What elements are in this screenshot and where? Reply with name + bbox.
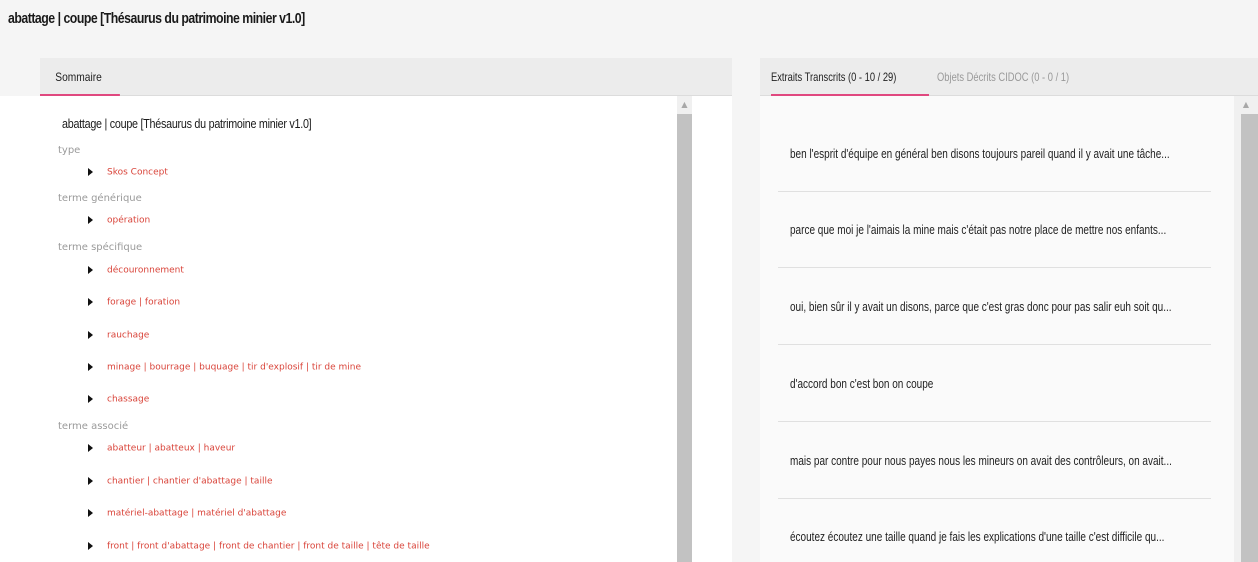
page-title: abattage | coupe [Thésaurus du patrimoin…	[8, 10, 305, 27]
caret-right-icon	[88, 476, 93, 485]
extracts-scrollbar[interactable]: ▲	[1234, 96, 1258, 562]
extracts-tabs: Extraits Transcrits (0 - 10 / 29) Objets…	[760, 58, 1258, 96]
item-label: opération	[107, 215, 151, 226]
extract-text: d'accord bon c'est bon on coupe	[790, 377, 934, 391]
list-item[interactable]: chassage	[88, 389, 150, 405]
extract-item[interactable]: parce que moi je l'aimais la mine mais c…	[778, 192, 1211, 268]
caret-right-icon	[88, 167, 93, 176]
section-label-specific: terme spécifique	[58, 242, 143, 253]
arrow-up-icon[interactable]: ▲	[1241, 100, 1251, 110]
caret-right-icon	[88, 215, 93, 224]
list-item[interactable]: abatteur | abatteux | haveur	[88, 438, 236, 454]
arrow-up-icon[interactable]: ▲	[677, 100, 692, 110]
summary-tabs: Sommaire	[40, 58, 732, 96]
caret-right-icon	[88, 394, 93, 403]
item-label: forage | foration	[107, 297, 181, 308]
summary-body: abattage | coupe [Thésaurus du patrimoin…	[0, 96, 732, 562]
tab-extraits-transcrits[interactable]: Extraits Transcrits (0 - 10 / 29)	[771, 58, 896, 96]
scrollbar-thumb[interactable]	[1241, 114, 1258, 562]
caret-right-icon	[88, 362, 93, 371]
extract-text: parce que moi je l'aimais la mine mais c…	[790, 223, 1167, 237]
list-item[interactable]: front | front d'abattage | front de chan…	[88, 536, 430, 552]
item-label: Skos Concept	[107, 167, 168, 178]
summary-panel: Sommaire abattage | coupe [Thésaurus du …	[0, 58, 732, 562]
caret-right-icon	[88, 265, 93, 274]
concept-title: abattage | coupe [Thésaurus du patrimoin…	[62, 117, 312, 131]
list-item[interactable]: matériel-abattage | matériel d'abattage	[88, 503, 287, 519]
extract-item[interactable]: mais par contre pour nous payes nous les…	[778, 423, 1211, 499]
list-item[interactable]: rauchage	[88, 325, 150, 341]
caret-right-icon	[88, 330, 93, 339]
extracts-panel: Extraits Transcrits (0 - 10 / 29) Objets…	[760, 58, 1258, 562]
section-label-type: type	[58, 145, 81, 156]
extract-text: oui, bien sûr il y avait un disons, parc…	[790, 300, 1172, 314]
list-item[interactable]: opération	[88, 210, 151, 226]
list-item[interactable]: Skos Concept	[88, 162, 168, 178]
tab-objets-decrits[interactable]: Objets Décrits CIDOC (0 - 0 / 1)	[937, 58, 1069, 96]
list-item[interactable]: découronnement	[88, 260, 184, 276]
scrollbar-thumb[interactable]	[677, 114, 692, 562]
item-label: front | front d'abattage | front de chan…	[107, 541, 430, 552]
extracts-body: ben l'esprit d'équipe en général ben dis…	[760, 96, 1258, 562]
list-item[interactable]: minage | bourrage | buquage | tir d'expl…	[88, 357, 362, 373]
item-label: minage | bourrage | buquage | tir d'expl…	[107, 362, 362, 373]
caret-right-icon	[88, 541, 93, 550]
item-label: abatteur | abatteux | haveur	[107, 443, 236, 454]
extract-item[interactable]: écoutez écoutez une taille quand je fais…	[778, 499, 1211, 562]
item-label: matériel-abattage | matériel d'abattage	[107, 508, 287, 519]
item-label: découronnement	[107, 265, 184, 276]
extract-item[interactable]: oui, bien sûr il y avait un disons, parc…	[778, 269, 1211, 345]
extract-text: mais par contre pour nous payes nous les…	[790, 454, 1172, 468]
tab-sommaire[interactable]: Sommaire	[40, 58, 120, 96]
extract-text: ben l'esprit d'équipe en général ben dis…	[790, 147, 1170, 161]
section-label-generic: terme générique	[58, 193, 142, 204]
extract-item[interactable]: d'accord bon c'est bon on coupe	[778, 346, 1211, 422]
caret-right-icon	[88, 443, 93, 452]
item-label: chantier | chantier d'abattage | taille	[107, 476, 273, 487]
summary-scrollbar[interactable]: ▲	[677, 96, 692, 562]
caret-right-icon	[88, 297, 93, 306]
item-label: rauchage	[107, 330, 150, 341]
item-label: chassage	[107, 394, 150, 405]
extract-text: écoutez écoutez une taille quand je fais…	[790, 530, 1165, 544]
section-label-associated: terme associé	[58, 421, 129, 432]
extract-item[interactable]: ben l'esprit d'équipe en général ben dis…	[778, 116, 1211, 192]
list-item[interactable]: chantier | chantier d'abattage | taille	[88, 471, 273, 487]
list-item[interactable]: forage | foration	[88, 292, 181, 308]
caret-right-icon	[88, 508, 93, 517]
